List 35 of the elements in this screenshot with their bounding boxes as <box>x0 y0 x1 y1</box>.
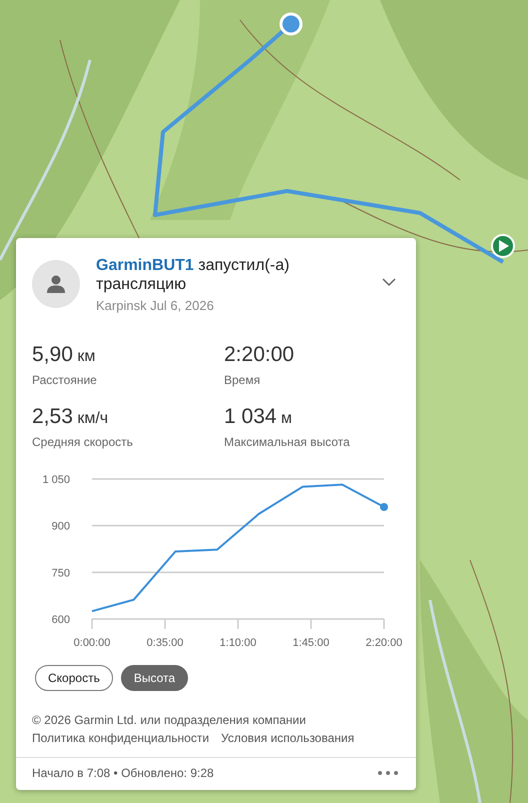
stat-value: 5,90 км <box>32 343 96 367</box>
event-meta: Karpinsk Jul 6, 2026 <box>96 298 215 313</box>
stat-value: 2,53 км/ч <box>32 405 110 429</box>
stat-label: Максимальная высота <box>224 435 351 449</box>
axis-label: 0:35:00 <box>146 637 184 649</box>
chevron-icon[interactable] <box>382 278 396 287</box>
axis-label: 2:20:00 <box>366 637 402 649</box>
stat-label: Расстояние <box>32 373 98 387</box>
footer-link[interactable]: Условия использования <box>221 731 354 745</box>
more-button[interactable] <box>376 769 400 777</box>
chart-toggle[interactable]: Скорость <box>35 665 113 691</box>
event-title: GarminBUT1 запустил(-а) трансляцию <box>96 256 290 294</box>
tick-mark <box>310 619 312 629</box>
footer-link[interactable]: Политика конфиденциальности <box>32 731 210 745</box>
tick-mark <box>164 619 166 629</box>
tick-mark <box>91 619 93 629</box>
stat-label: Средняя скорость <box>32 435 134 449</box>
stat-value: 2:20:00 <box>224 343 296 367</box>
stat-value: 1 034 м <box>224 405 294 429</box>
axis-label: 1:45:00 <box>292 637 330 649</box>
status-text: Начало в 7:08 • Обновлено: 9:28 <box>32 766 214 780</box>
tick-mark <box>383 619 385 629</box>
axis-label: 750 <box>52 567 70 580</box>
copyright-text: © 2026 Garmin Ltd. или подразделения компании <box>32 713 307 727</box>
stat-label: Время <box>224 373 262 387</box>
axis-label: 0:00:00 <box>74 637 110 649</box>
chart-toggle[interactable]: Высота <box>120 665 188 691</box>
axis-label: 1 050 <box>42 474 70 486</box>
axis-label: 900 <box>52 520 70 533</box>
person-icon <box>47 275 65 293</box>
axis-label: 1:10:00 <box>220 637 256 649</box>
location-marker[interactable] <box>280 12 302 36</box>
data-point <box>380 503 388 511</box>
tick-mark <box>237 619 239 629</box>
axis-label: 600 <box>52 614 70 626</box>
